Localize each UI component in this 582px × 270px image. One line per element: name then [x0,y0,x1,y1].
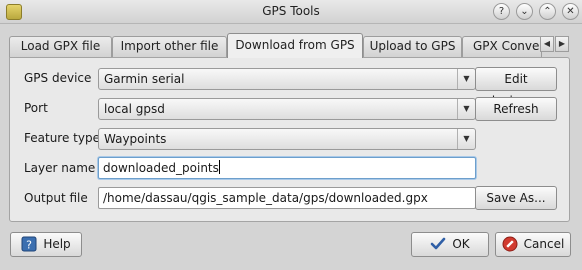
layer-name-value: downloaded_points [103,161,219,175]
save-as-button[interactable]: Save As... [475,186,557,210]
tab-scroll-left-icon[interactable]: ◀ [540,36,554,52]
edit-devices-button[interactable]: Edit devices... [475,67,557,108]
feature-type-select[interactable]: Waypoints ▼ [98,128,476,150]
output-file-input[interactable]: /home/dassau/qgis_sample_data/gps/downlo… [98,187,476,209]
feature-type-value: Waypoints [104,132,167,146]
chevron-down-icon: ▼ [457,129,475,149]
gps-device-select[interactable]: Garmin serial ▼ [98,68,476,90]
gps-device-value: Garmin serial [104,72,185,86]
svg-text:?: ? [26,239,32,252]
help-button[interactable]: ? Help [10,232,82,257]
tab-download-from-gps[interactable]: Download from GPS [227,33,363,58]
text-caret [218,160,220,174]
cancel-button[interactable]: Cancel [495,232,571,257]
help-icon: ? [21,236,37,252]
minimize-button[interactable]: ⌄ [516,3,533,20]
title-bar: GPS Tools ? ⌄ ⌃ ✕ [0,0,582,24]
ok-button[interactable]: OK [411,232,489,257]
feature-type-label: Feature type [24,131,100,145]
gps-device-label: GPS device [24,71,92,85]
download-panel: GPS device Garmin serial ▼ Edit devices.… [9,57,570,222]
layer-name-input[interactable]: downloaded_points [98,157,476,179]
maximize-button[interactable]: ⌃ [539,3,556,20]
tab-gpx-conversions[interactable]: GPX Convers [462,36,542,57]
help-button-label: Help [43,237,71,251]
tab-scroll-right-icon[interactable]: ▶ [555,36,569,52]
port-value: local gpsd [104,102,165,116]
tab-load-gpx-file[interactable]: Load GPX file [9,36,112,57]
port-select[interactable]: local gpsd ▼ [98,98,476,120]
cancel-icon [502,236,518,252]
help-titlebar-button[interactable]: ? [493,3,510,20]
tab-import-other-file[interactable]: Import other file [112,36,227,57]
chevron-down-icon: ▼ [457,69,475,89]
ok-button-label: OK [452,237,470,251]
gps-tools-dialog: GPS Tools ? ⌄ ⌃ ✕ Load GPX file Import o… [0,0,582,270]
layer-name-label: Layer name [24,161,96,175]
refresh-button[interactable]: Refresh [475,97,557,121]
checkmark-icon [431,237,446,250]
port-label: Port [24,101,48,115]
output-file-label: Output file [24,191,88,205]
chevron-down-icon: ▼ [457,99,475,119]
close-button[interactable]: ✕ [562,3,579,20]
tab-upload-to-gps[interactable]: Upload to GPS [363,36,462,57]
cancel-button-label: Cancel [523,237,565,251]
